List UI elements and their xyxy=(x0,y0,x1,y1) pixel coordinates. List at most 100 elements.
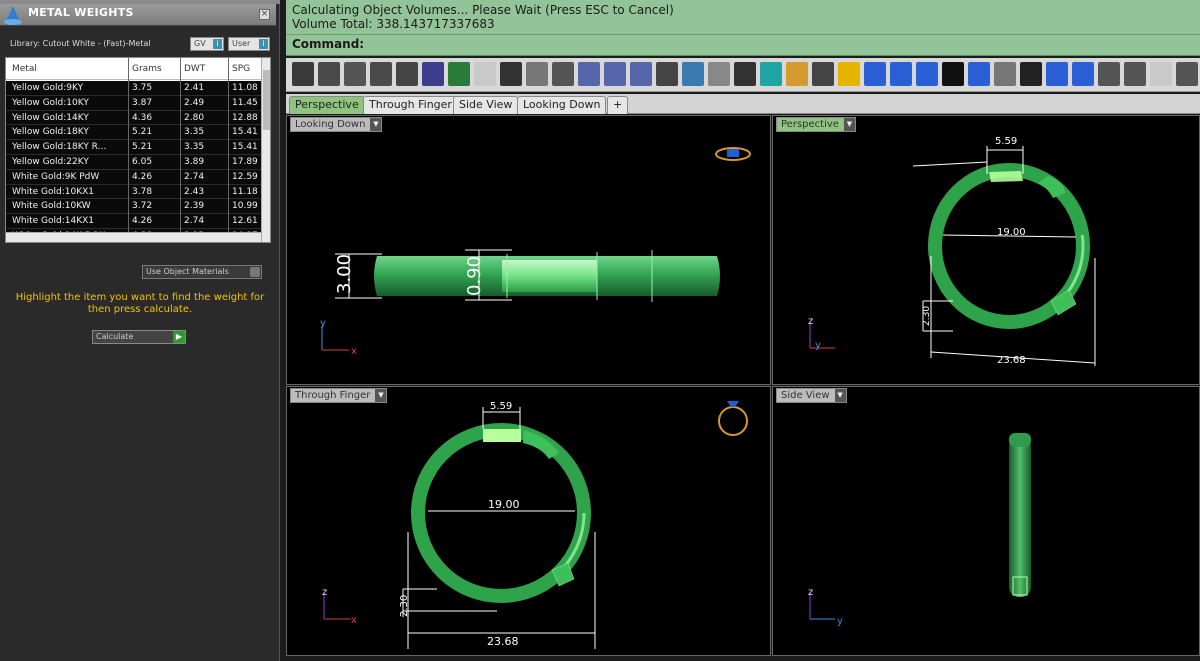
axis-z-label: z xyxy=(808,316,813,327)
vertical-scrollbar[interactable] xyxy=(261,58,270,242)
del-icon[interactable] xyxy=(838,62,860,86)
hook-icon[interactable] xyxy=(370,62,392,86)
s-box-icon[interactable] xyxy=(994,62,1016,86)
unlock-icon[interactable] xyxy=(1124,62,1146,86)
globe-icon[interactable] xyxy=(630,62,652,86)
table-row[interactable]: Yellow Gold:9KY 3.75 2.41 11.08 xyxy=(6,81,261,96)
table-row[interactable]: Yellow Gold:10KY 3.87 2.49 11.45 xyxy=(6,96,261,111)
column-header-grams[interactable]: Grams xyxy=(132,64,162,74)
calculate-button[interactable]: Calculate ▶ xyxy=(92,330,186,344)
trophy-icon[interactable] xyxy=(292,62,314,86)
gap-value: 0.90 xyxy=(464,256,485,296)
cell-grams: 5.21 xyxy=(132,142,153,153)
gv-info-icon[interactable]: i xyxy=(213,39,222,49)
shape-icon[interactable] xyxy=(1072,62,1094,86)
horizontal-scrollbar[interactable] xyxy=(6,232,261,242)
box-grid-icon[interactable] xyxy=(552,62,574,86)
arrow-stack-icon[interactable] xyxy=(968,62,990,86)
mirror-icon[interactable] xyxy=(578,62,600,86)
use-object-materials-button[interactable]: Use Object Materials xyxy=(142,265,262,279)
axis-indicator: z y xyxy=(808,587,843,627)
ring-icon[interactable] xyxy=(318,62,340,86)
cube-icon[interactable] xyxy=(760,62,782,86)
axis-z-label: z xyxy=(808,587,813,598)
axis-move-icon[interactable] xyxy=(474,62,496,86)
command-prompt[interactable]: Command: xyxy=(292,37,364,51)
add-tab-icon[interactable]: + xyxy=(607,96,629,114)
green-square-icon[interactable] xyxy=(448,62,470,86)
triad-icon[interactable] xyxy=(656,62,678,86)
inner-diameter-value: 19.00 xyxy=(997,227,1026,238)
arrows-updown-icon[interactable] xyxy=(916,62,938,86)
chevron-down-icon[interactable]: ▼ xyxy=(375,389,387,402)
outer-diameter-value: 23.68 xyxy=(487,635,519,648)
column-header-metal[interactable]: Metal xyxy=(12,64,37,74)
instruction-text: Highlight the item you want to find the … xyxy=(15,292,265,315)
tab-side-view[interactable]: Side View xyxy=(453,96,519,114)
tab-through-finger[interactable]: Through Finger xyxy=(363,96,458,114)
cell-grams: 4.26 xyxy=(132,216,153,227)
sun-gear-icon[interactable] xyxy=(786,62,808,86)
table-header: Metal Grams DWT SPG xyxy=(6,58,261,80)
monitor-icon[interactable] xyxy=(500,62,522,86)
save-icon[interactable] xyxy=(734,62,756,86)
chevron-down-icon[interactable]: ▼ xyxy=(370,118,382,131)
scatter-icon[interactable] xyxy=(708,62,730,86)
chevron-down-icon[interactable]: ▼ xyxy=(843,118,855,131)
tab-looking-down[interactable]: Looking Down xyxy=(517,96,607,114)
table-rows: Yellow Gold:9KY 3.75 2.41 11.08 Yellow Gold:… xyxy=(6,81,261,242)
viewport-label-looking-down[interactable]: Looking Down ▼ xyxy=(290,117,383,132)
cylinder-icon[interactable] xyxy=(1046,62,1068,86)
user-info-icon[interactable]: i xyxy=(259,39,268,49)
gv-dropdown[interactable]: GV i xyxy=(190,37,224,51)
chisel-icon[interactable] xyxy=(344,62,366,86)
chevron-down-icon[interactable]: ▼ xyxy=(834,389,846,402)
column-header-spg[interactable]: SPG xyxy=(232,64,250,74)
parking-icon[interactable] xyxy=(422,62,444,86)
table-row[interactable]: White Gold:10KW 3.72 2.39 10.99 xyxy=(6,199,261,215)
sphere-band-icon[interactable] xyxy=(604,62,626,86)
axis-icon[interactable] xyxy=(1150,62,1172,86)
cross-box-icon[interactable] xyxy=(1020,62,1042,86)
viewport-label-through-finger[interactable]: Through Finger ▼ xyxy=(290,388,388,403)
table-row[interactable]: Yellow Gold:22KY 6.05 3.89 17.89 xyxy=(6,155,261,170)
tools-icon[interactable] xyxy=(396,62,418,86)
arrow-down-icon[interactable] xyxy=(890,62,912,86)
table-row[interactable]: Yellow Gold:18KY R... 5.21 3.35 15.41 xyxy=(6,140,261,155)
gear-icon[interactable] xyxy=(250,267,260,277)
viewport-side-view[interactable]: z y Side View ▼ xyxy=(772,386,1200,656)
table-row[interactable]: White Gold:10KX1 3.78 2.43 11.18 xyxy=(6,185,261,200)
metal-weights-logo-icon xyxy=(4,6,22,25)
table-row[interactable]: White Gold:9K PdW 4.26 2.74 12.59 xyxy=(6,170,261,185)
viewport-label-perspective[interactable]: Perspective ▼ xyxy=(776,117,856,132)
lock-icon[interactable] xyxy=(1098,62,1120,86)
cell-metal: White Gold:10KW xyxy=(12,201,91,212)
cell-metal: Yellow Gold:18KY xyxy=(12,127,89,138)
rotate-icon[interactable] xyxy=(1176,62,1198,86)
thickness-value: 2.30 xyxy=(922,306,932,326)
table-row[interactable]: White Gold:14KX1 4.26 2.74 12.61 xyxy=(6,214,261,229)
close-icon[interactable]: × xyxy=(259,9,270,20)
gear-grid-icon[interactable] xyxy=(526,62,548,86)
play-icon[interactable]: ▶ xyxy=(173,331,185,343)
viewport-label-side-view[interactable]: Side View ▼ xyxy=(776,388,847,403)
axis-x-label: x xyxy=(351,615,357,626)
metal-weights-panel: METAL WEIGHTS × Library: Cutout White - … xyxy=(0,0,280,661)
grid-window-icon[interactable] xyxy=(812,62,834,86)
molecule-icon[interactable] xyxy=(682,62,704,86)
scrollbar-thumb[interactable] xyxy=(263,70,270,130)
arrow-up-icon[interactable] xyxy=(864,62,886,86)
table-row[interactable]: Yellow Gold:14KY 4.36 2.80 12.88 xyxy=(6,111,261,126)
viewport-perspective[interactable]: 5.59 19.00 23.68 2.30 z y Perspective ▼ xyxy=(772,115,1200,385)
cell-dwt: 2.74 xyxy=(184,171,205,182)
ring-perspective xyxy=(928,163,1090,329)
axis-indicator: y x xyxy=(320,318,357,357)
column-header-dwt[interactable]: DWT xyxy=(184,64,205,74)
tab-perspective[interactable]: Perspective xyxy=(289,96,365,114)
user-dropdown[interactable]: User i xyxy=(228,37,270,51)
f4-icon[interactable] xyxy=(942,62,964,86)
cell-grams: 3.72 xyxy=(132,201,153,212)
table-row[interactable]: Yellow Gold:18KY 5.21 3.35 15.41 xyxy=(6,125,261,141)
viewport-through-finger[interactable]: 5.59 19.00 23.68 2.30 z x Through Finger… xyxy=(286,386,771,656)
viewport-looking-down[interactable]: 3.00 0.90 y x Looking Down ▼ xyxy=(286,115,771,385)
